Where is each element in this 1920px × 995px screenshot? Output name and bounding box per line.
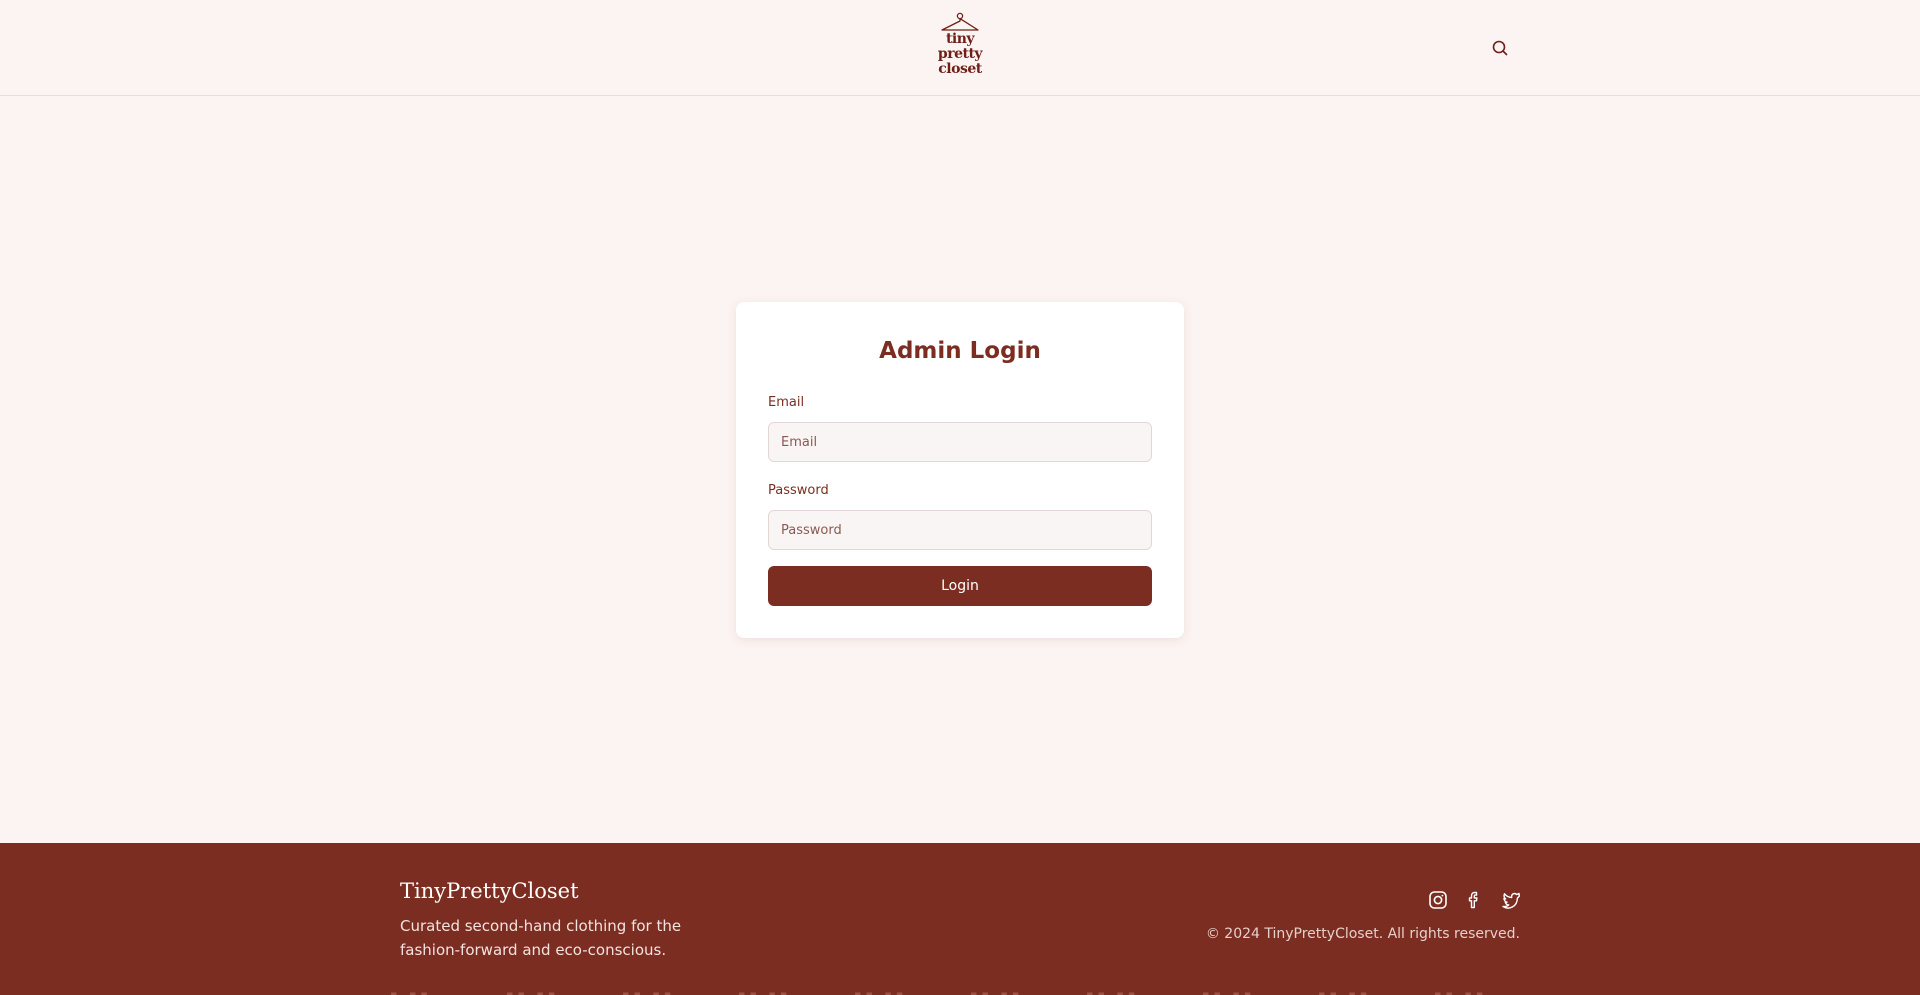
footer-pattern-mark: ▪▪ ▪▪ [970,988,1024,995]
footer-decoration: ▪ ▪▪ ▪▪ ▪▪ ▪▪ ▪▪ ▪▪ ▪▪ ▪▪ ▪▪ ▪▪ ▪▪ ▪▪ ▪▪… [390,988,1550,995]
footer-pattern-mark: ▪▪ ▪▪ [1202,988,1256,995]
login-button[interactable]: Login [768,566,1152,606]
footer-pattern-mark: ▪▪ ▪▪ [1318,988,1372,995]
footer-brand: TinyPrettyCloset [400,879,579,903]
search-button[interactable] [1490,38,1510,58]
site-header: tiny pretty closet [0,0,1920,96]
instagram-icon [1429,891,1447,909]
footer-tagline: Curated second-hand clothing for the fas… [400,917,682,959]
logo-text: tiny pretty closet [930,32,990,77]
logo-word-3: closet [938,61,982,77]
email-field[interactable] [768,422,1152,462]
site-logo[interactable]: tiny pretty closet [930,12,990,80]
footer-pattern-mark: ▪▪ ▪▪ [1434,988,1488,995]
instagram-link[interactable] [1427,889,1449,911]
footer-pattern-mark: ▪▪ ▪▪ [622,988,676,995]
page-title: Admin Login [879,338,1041,364]
logo-word-2: pretty [937,46,983,62]
search-icon [1492,40,1508,56]
logo-word-1: tiny [945,31,975,47]
site-footer: TinyPrettyCloset Curated second-hand clo… [0,843,1920,995]
twitter-link[interactable] [1499,889,1521,911]
twitter-icon [1502,892,1520,909]
password-field[interactable] [768,510,1152,550]
facebook-link[interactable] [1463,889,1485,911]
email-label: Email [768,395,805,410]
login-card: Admin Login Email Password Login [736,302,1184,638]
facebook-icon [1468,891,1478,909]
footer-pattern-mark: ▪▪ ▪▪ [1086,988,1140,995]
footer-pattern-mark: ▪▪ ▪▪ [506,988,560,995]
footer-pattern-mark: ▪ ▪▪ [390,988,432,995]
footer-pattern-mark: ▪▪ ▪▪ [854,988,908,995]
password-label: Password [768,483,829,498]
copyright-text: © 2024 TinyPrettyCloset. All rights rese… [1205,926,1520,942]
footer-pattern-mark: ▪▪ ▪▪ [738,988,792,995]
